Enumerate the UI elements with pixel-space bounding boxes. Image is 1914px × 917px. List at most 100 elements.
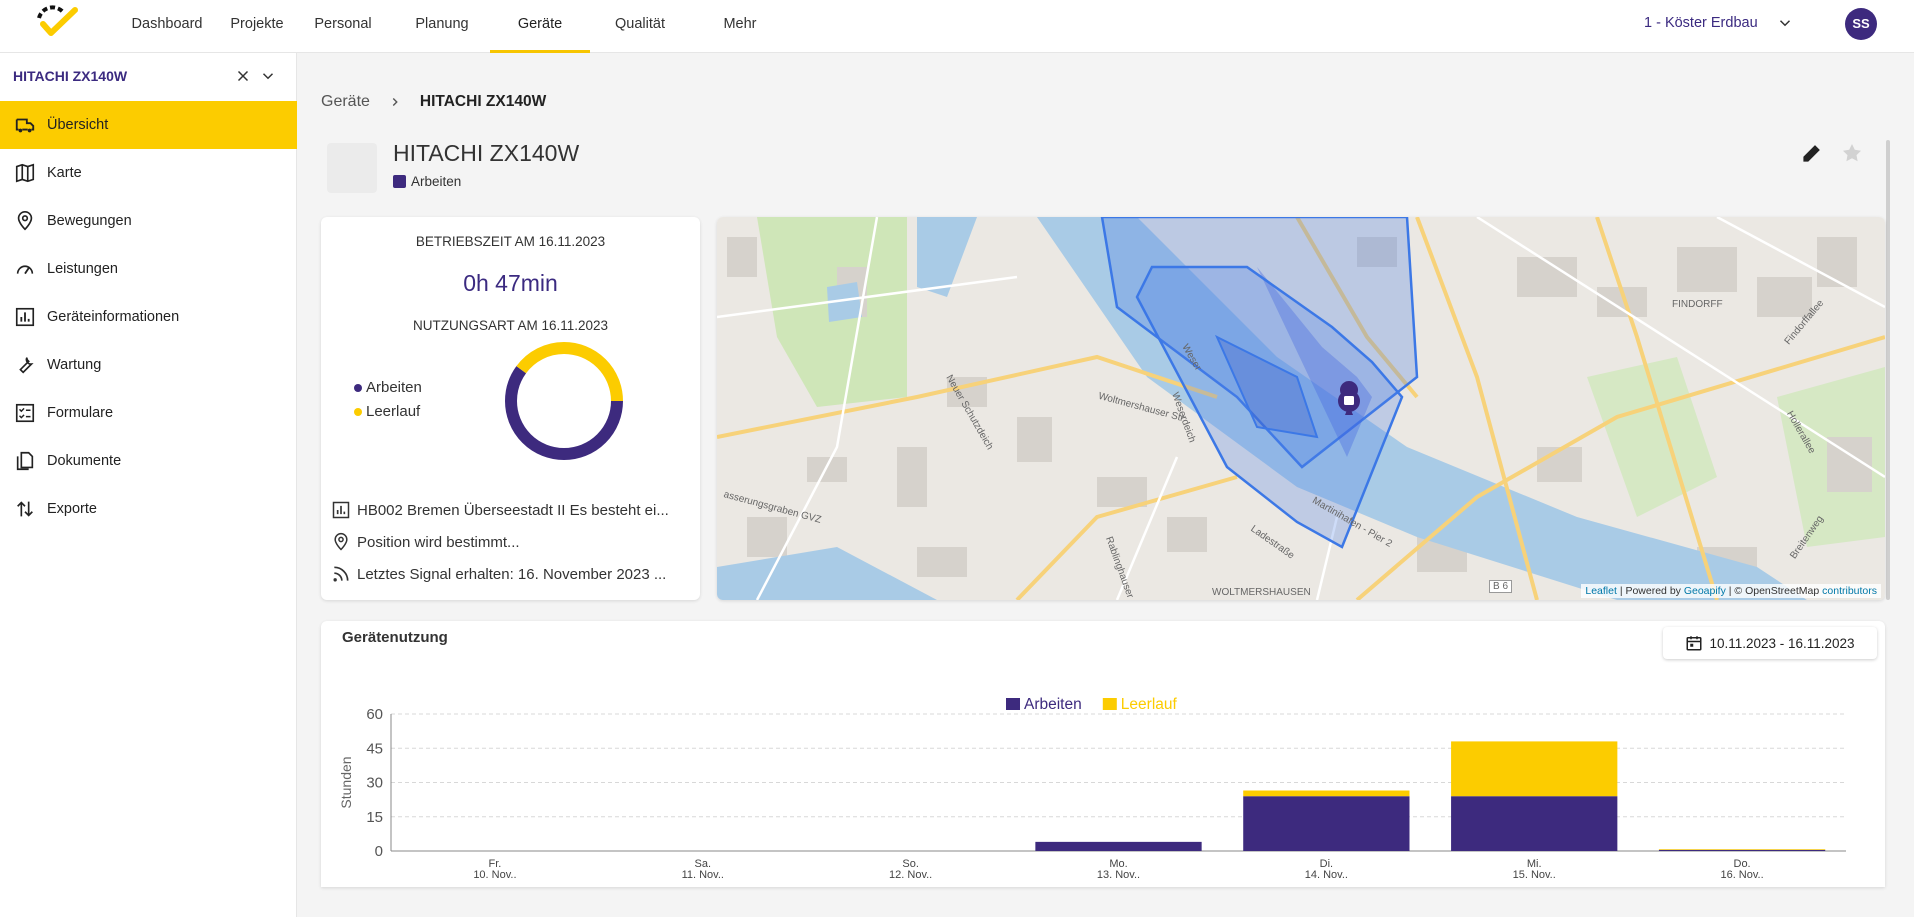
bar-chart-icon — [15, 307, 35, 327]
x-tick-label: 12. Nov.. — [889, 869, 932, 881]
sidebar-item-formulare[interactable]: Formulare — [0, 389, 297, 437]
sidebar-item-label: Bewegungen — [47, 213, 132, 229]
x-tick-label: 15. Nov.. — [1513, 869, 1556, 881]
signal-info: Letztes Signal erhalten: 16. November 20… — [331, 564, 691, 584]
nav-dashboard[interactable]: Dashboard — [112, 0, 222, 53]
edit-icon[interactable] — [1800, 141, 1824, 165]
legend-label[interactable]: Leerlauf — [1121, 696, 1178, 713]
sidebar-item-dokumente[interactable]: Dokumente — [0, 437, 297, 485]
sidebar-item-label: Übersicht — [47, 117, 109, 133]
nav-planung[interactable]: Planung — [394, 0, 490, 53]
operating-time-title: BETRIEBSZEIT AM 16.11.2023 — [415, 234, 606, 249]
export-icon — [17, 501, 33, 517]
location-pin-icon — [334, 532, 348, 551]
nav-qualitaet[interactable]: Qualität — [590, 0, 690, 53]
app-logo[interactable] — [33, 4, 81, 42]
avatar[interactable]: SS — [1845, 8, 1877, 40]
road-shield: B 6 — [1489, 580, 1513, 593]
x-tick-label: 16. Nov.. — [1720, 869, 1763, 881]
legend-label: Leerlauf — [366, 403, 421, 420]
map-label: WOLTMERSHAUSEN — [1212, 587, 1311, 598]
status-label: Arbeiten — [411, 174, 462, 189]
geoapify-link[interactable]: Geoapify — [1684, 585, 1726, 597]
usage-donut-chart — [505, 342, 623, 460]
page-title: HITACHI ZX140W — [393, 140, 580, 166]
chart-title: Gerätenutzung — [342, 629, 448, 646]
nav-geraete[interactable]: Geräte — [490, 0, 590, 53]
map-view[interactable]: Weser Neuer Schutzdeich Woltmershauser S… — [717, 217, 1885, 600]
sidebar-item-wartung[interactable]: Wartung — [0, 341, 297, 389]
bar-arbeiten-6[interactable] — [1451, 796, 1618, 851]
attribution-text: | Powered by — [1619, 585, 1681, 597]
route-icon — [17, 211, 33, 231]
scrollbar[interactable] — [1886, 140, 1890, 600]
tenant-selector[interactable]: 1 - Köster Erdbau — [1644, 15, 1758, 31]
chevron-down-icon[interactable] — [259, 67, 277, 85]
close-icon[interactable] — [234, 67, 252, 85]
usage-legend-work: Arbeiten — [354, 379, 422, 396]
sidebar-title: HITACHI ZX140W — [13, 68, 128, 84]
date-range-picker[interactable]: 10.11.2023 - 16.11.2023 — [1663, 627, 1877, 659]
sidebar-item-karte[interactable]: Karte — [0, 149, 297, 197]
top-bar: Dashboard Projekte Personal Planung Gerä… — [0, 0, 1914, 53]
x-tick-label: 13. Nov.. — [1097, 869, 1140, 881]
sidebar-item-exporte[interactable]: Exporte — [0, 485, 297, 533]
leaflet-link[interactable]: Leaflet — [1585, 585, 1617, 597]
breadcrumb: Geräte HITACHI ZX140W — [321, 93, 546, 111]
map-attribution: Leaflet | Powered by Geoapify | © OpenSt… — [1581, 584, 1881, 598]
usage-title: NUTZUNGSART AM 16.11.2023 — [412, 318, 609, 333]
site-text: HB002 Bremen Überseestadt II Es besteht … — [357, 501, 669, 519]
sidebar-item-label: Exporte — [47, 501, 97, 517]
y-tick-label: 30 — [366, 775, 383, 792]
legend-dot — [354, 407, 362, 416]
site-info: HB002 Bremen Überseestadt II Es besteht … — [331, 500, 691, 520]
breadcrumb-parent[interactable]: Geräte — [321, 93, 370, 111]
documents-icon — [16, 451, 34, 471]
y-axis-label: Stunden — [338, 756, 354, 808]
bar-leerlauf-6[interactable] — [1451, 741, 1618, 797]
bar-arbeiten-5[interactable] — [1243, 796, 1410, 851]
truck-icon — [15, 118, 35, 133]
bar-chart-icon — [332, 501, 350, 519]
breadcrumb-current: HITACHI ZX140W — [419, 93, 547, 110]
y-tick-label: 15 — [366, 809, 383, 826]
sidebar-item-label: Formulare — [47, 405, 114, 421]
sidebar-item-label: Karte — [47, 165, 82, 181]
summary-card: BETRIEBSZEIT AM 16.11.2023 0h 47min NUTZ… — [321, 217, 700, 600]
legend-label[interactable]: Arbeiten — [1024, 696, 1082, 713]
speedometer-icon — [16, 265, 34, 275]
osm-contributors-link[interactable]: contributors — [1822, 585, 1877, 597]
sidebar-item-geraeteinformationen[interactable]: Geräteinformationen — [0, 293, 297, 341]
sidebar-item-label: Dokumente — [47, 453, 122, 469]
legend-label: Arbeiten — [366, 379, 422, 396]
sidebar-item-bewegungen[interactable]: Bewegungen — [0, 197, 297, 245]
position-info: Position wird bestimmt... — [331, 532, 691, 552]
bar-leerlauf-5[interactable] — [1243, 790, 1410, 797]
bar-arbeiten-4[interactable] — [1035, 841, 1202, 851]
chevron-down-icon[interactable] — [1776, 14, 1794, 32]
signal-icon — [333, 566, 349, 582]
nav-projekte[interactable]: Projekte — [222, 0, 292, 53]
main-nav: Dashboard Projekte Personal Planung Gerä… — [112, 0, 790, 53]
x-tick-label: 11. Nov.. — [682, 869, 724, 881]
signal-text: Letztes Signal erhalten: 16. November 20… — [357, 565, 667, 583]
star-icon[interactable] — [1840, 141, 1864, 165]
x-tick-label: 14. Nov.. — [1305, 869, 1348, 881]
sidebar-item-uebersicht[interactable]: Übersicht — [0, 101, 297, 149]
sidebar-item-label: Geräteinformationen — [47, 309, 180, 325]
x-tick-label: 10. Nov.. — [473, 869, 516, 881]
map-canvas[interactable] — [717, 217, 1885, 600]
bar-leerlauf-7[interactable] — [1658, 849, 1826, 850]
sidebar-item-leistungen[interactable]: Leistungen — [0, 245, 297, 293]
position-text: Position wird bestimmt... — [357, 533, 520, 551]
map-icon — [15, 163, 35, 183]
sidebar-item-label: Wartung — [47, 357, 102, 373]
date-range-label: 10.11.2023 - 16.11.2023 — [1709, 635, 1855, 651]
bar-arbeiten-7[interactable] — [1658, 849, 1826, 851]
nav-personal[interactable]: Personal — [292, 0, 394, 53]
usage-legend-idle: Leerlauf — [354, 403, 420, 420]
nav-mehr[interactable]: Mehr — [690, 0, 790, 53]
sidebar: HITACHI ZX140W Übersicht Karte Bewegunge… — [0, 53, 297, 917]
map-label: FINDORFF — [1672, 299, 1723, 310]
equipment-image — [327, 143, 377, 193]
